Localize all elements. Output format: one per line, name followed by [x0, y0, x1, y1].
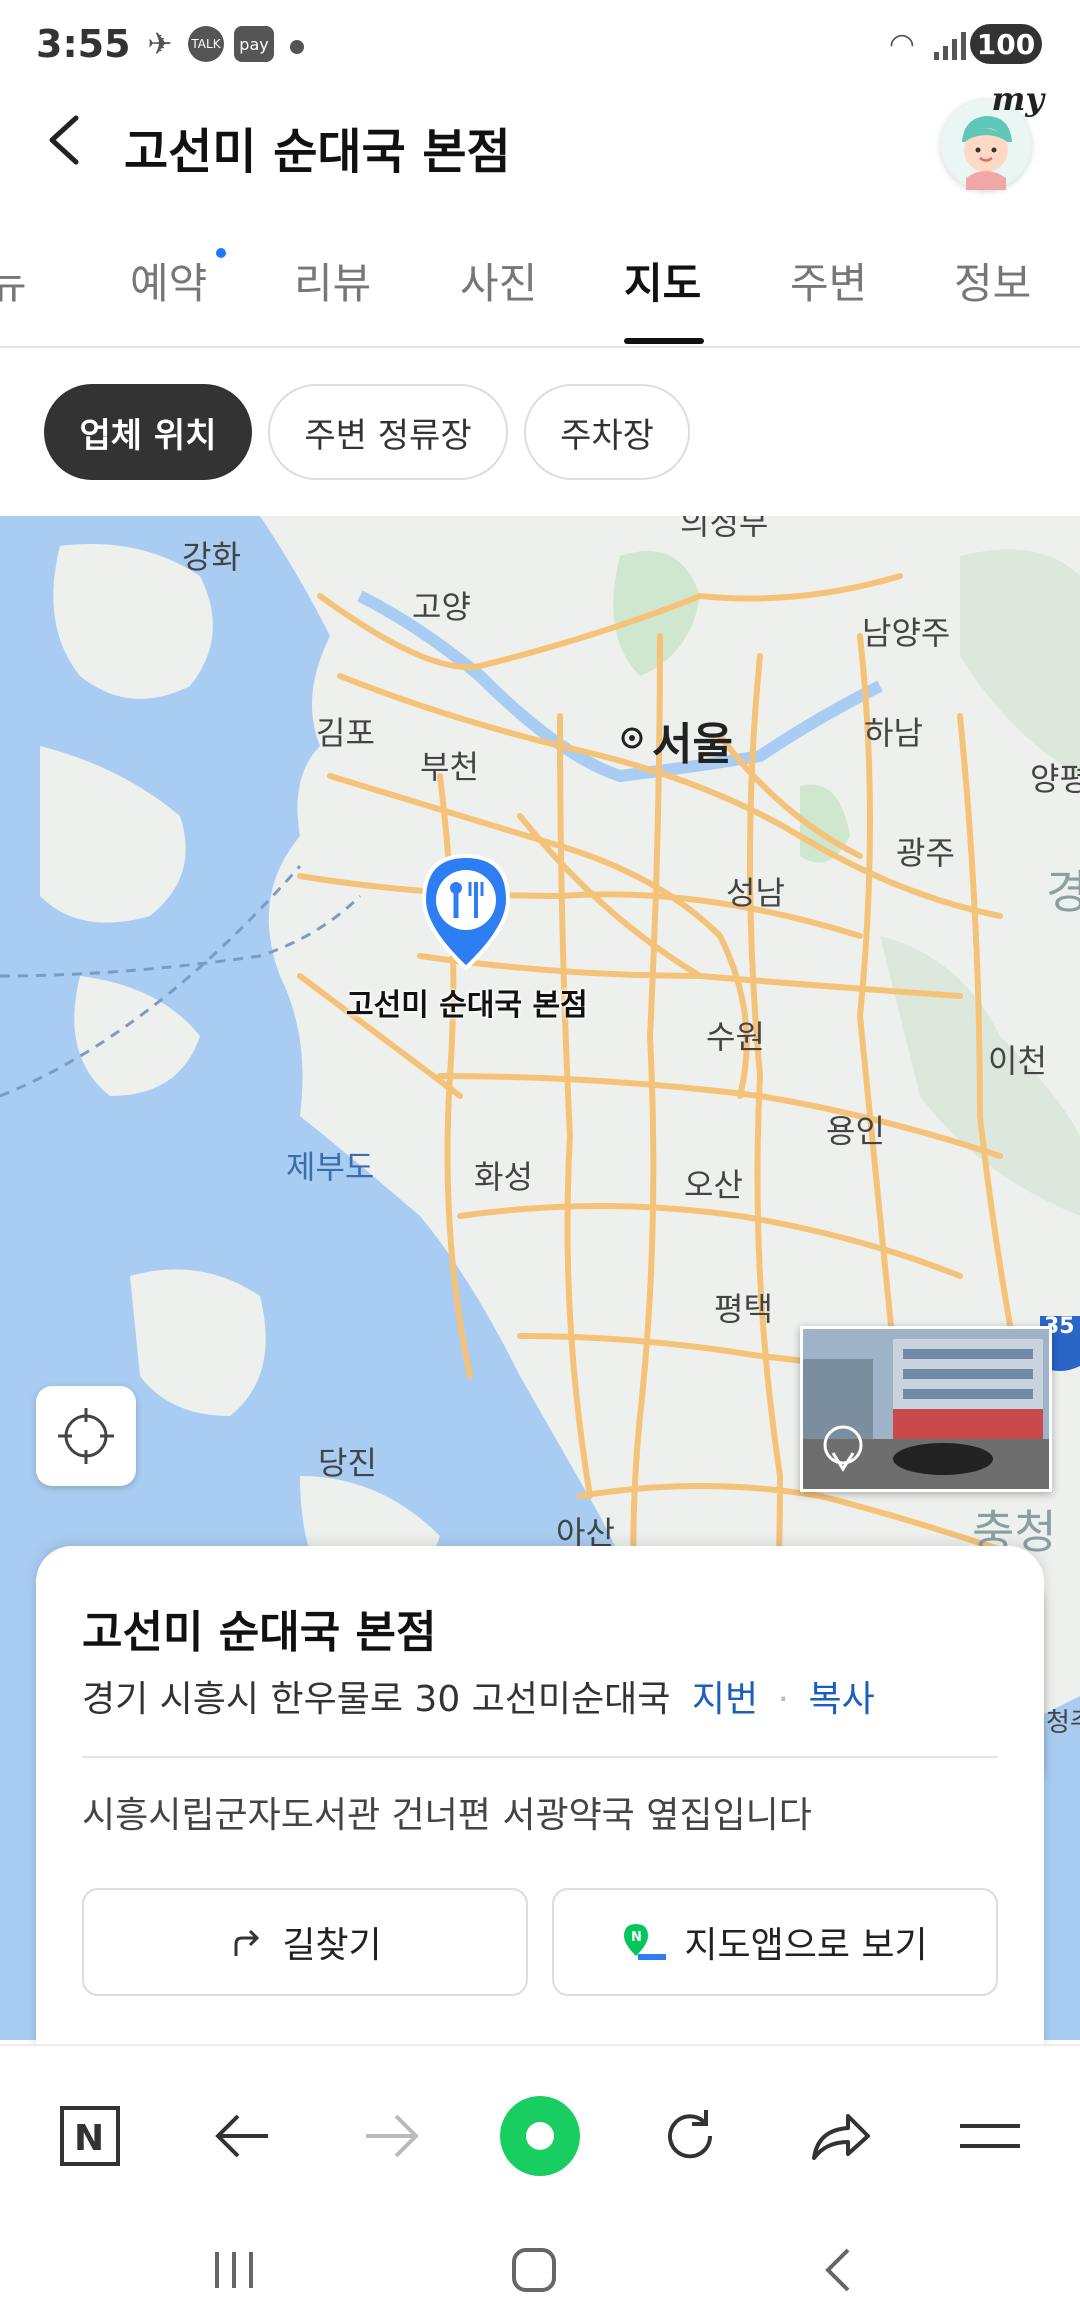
- map-label-seoul: 서울: [652, 719, 733, 770]
- naver-map-icon: N: [624, 1924, 667, 1960]
- map-label-ganghwa: 강화: [182, 538, 241, 576]
- browser-back-button[interactable]: [192, 2086, 292, 2186]
- directions-label: 길찾기: [282, 1925, 382, 1966]
- place-description: 시흥시립군자도서관 건너편 서광약국 옆집입니다: [82, 1795, 812, 1836]
- active-tab-indicator: [624, 338, 704, 344]
- new-badge-dot: [216, 248, 226, 258]
- tab-reservation[interactable]: 예약: [130, 250, 207, 311]
- street-view-image: [803, 1329, 1049, 1489]
- chip-parking[interactable]: 주차장: [524, 384, 690, 480]
- place-name: 고선미 순대국 본점: [82, 1607, 437, 1658]
- avatar[interactable]: my: [940, 80, 1044, 190]
- tab-nearby[interactable]: 주변: [790, 250, 867, 311]
- street-view-thumbnail[interactable]: [800, 1326, 1052, 1492]
- tab-bar: 뉴 예약 리뷰 사진 지도 주변 정보: [0, 220, 1080, 348]
- browser-toolbar: N: [0, 2044, 1080, 2226]
- map-label-jebudo: 제부도: [286, 1148, 375, 1186]
- svg-text:N: N: [631, 1930, 642, 1945]
- map-label-gyeong: 경: [1046, 865, 1080, 919]
- green-dot-button[interactable]: [490, 2086, 590, 2186]
- chip-business-location[interactable]: 업체 위치: [44, 384, 252, 480]
- battery-indicator: 100: [970, 24, 1042, 64]
- tab-info[interactable]: 정보: [954, 250, 1031, 311]
- place-address: 경기 시흥시 한우물로 30 고선미순대국: [82, 1679, 671, 1720]
- system-back-button[interactable]: [788, 2234, 888, 2306]
- map-label-cheongju: 청주: [1046, 1708, 1080, 1738]
- page-header: 고선미 순대국 본점 my: [0, 80, 1080, 200]
- map-label-gwangju: 광주: [896, 834, 955, 872]
- map-label-osan: 오산: [684, 1166, 743, 1204]
- restaurant-pin-icon[interactable]: [421, 853, 511, 971]
- open-map-app-label: 지도앱으로 보기: [684, 1925, 928, 1966]
- card-divider: [82, 1756, 998, 1758]
- directions-button[interactable]: 길찾기: [82, 1888, 528, 1996]
- status-time: 3:55: [36, 22, 131, 66]
- map-label-pyeongtaek: 평택: [714, 1290, 773, 1328]
- map-label-yangpyeong: 양평: [1030, 760, 1080, 798]
- vpn-icon: ✈: [147, 26, 173, 62]
- place-info-card: 고선미 순대국 본점 경기 시흥시 한우물로 30 고선미순대국 지번 · 복사…: [36, 1546, 1044, 2086]
- status-bar: 3:55 ✈ TALK pay ◠ 100: [0, 0, 1080, 90]
- refresh-button[interactable]: [640, 2086, 740, 2186]
- page-title: 고선미 순대국 본점: [124, 124, 511, 180]
- home-button[interactable]: [484, 2234, 584, 2306]
- naver-home-button[interactable]: N: [40, 2086, 140, 2186]
- avatar-tag: my: [991, 80, 1044, 118]
- hamburger-icon: [960, 2124, 1020, 2148]
- naver-n-icon: N: [60, 2106, 120, 2166]
- notification-dot-icon: [290, 40, 304, 54]
- system-nav-bar: [0, 2224, 1080, 2316]
- arrow-left-icon: [215, 2114, 268, 2158]
- back-arrow-icon[interactable]: [36, 110, 96, 170]
- chip-nearby-stops[interactable]: 주변 정류장: [268, 384, 508, 480]
- map-label-namyangju: 남양주: [862, 614, 951, 652]
- map-label-gimpo: 김포: [316, 714, 375, 752]
- recent-apps-button[interactable]: [184, 2234, 284, 2306]
- signal-icon: [934, 32, 966, 60]
- crosshair-icon: [58, 1408, 114, 1464]
- map-label-dangjin: 당진: [318, 1444, 377, 1482]
- map-pin-label: 고선미 순대국 본점: [346, 988, 588, 1023]
- tab-reviews[interactable]: 리뷰: [294, 250, 371, 311]
- map-label-icheon: 이천: [988, 1042, 1047, 1080]
- open-map-app-button[interactable]: N 지도앱으로 보기: [552, 1888, 998, 1996]
- copy-link[interactable]: 복사: [808, 1679, 874, 1720]
- refresh-icon: [668, 2110, 713, 2159]
- directions-arrow-icon: [234, 1929, 260, 1956]
- place-address-row: 경기 시흥시 한우물로 30 고선미순대국 지번 · 복사: [82, 1670, 875, 1722]
- chevron-left-icon: [825, 2248, 850, 2292]
- arrow-right-icon: [366, 2114, 419, 2158]
- current-location-button[interactable]: [36, 1386, 136, 1486]
- map-label-goyang: 고양: [412, 588, 471, 626]
- map-label-hanam: 하남: [864, 714, 923, 752]
- green-circle-icon: [500, 2096, 580, 2176]
- recent-apps-icon: [215, 2252, 253, 2288]
- share-button[interactable]: [790, 2086, 890, 2186]
- pay-icon: pay: [234, 26, 274, 62]
- map-label-yongin: 용인: [826, 1112, 885, 1150]
- menu-button[interactable]: [940, 2086, 1040, 2186]
- talk-icon: TALK: [188, 26, 224, 62]
- map-label-uijeongbu: 의정부: [680, 516, 769, 542]
- home-square-icon: [512, 2248, 556, 2292]
- tab-menu[interactable]: 뉴: [0, 250, 27, 311]
- lot-address-link[interactable]: 지번: [692, 1679, 758, 1720]
- share-arrow-icon: [812, 2114, 870, 2160]
- wifi-icon: ◠: [888, 26, 916, 62]
- map-label-bucheon: 부천: [420, 748, 479, 786]
- map-label-suwon: 수원: [706, 1018, 765, 1056]
- tab-photos[interactable]: 사진: [460, 250, 537, 311]
- browser-forward-button[interactable]: [342, 2086, 442, 2186]
- map-label-seongnam: 성남: [726, 874, 785, 912]
- separator-dot: ·: [777, 1679, 789, 1720]
- map-label-hwaseong: 화성: [474, 1158, 533, 1196]
- svg-text:N: N: [74, 2118, 104, 2159]
- tab-map[interactable]: 지도: [624, 250, 701, 311]
